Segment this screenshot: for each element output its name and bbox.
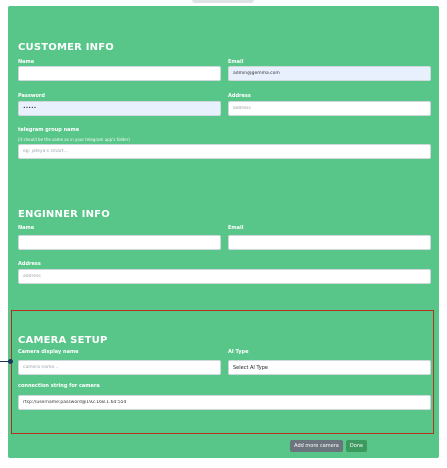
engineer-email-label: Email — [228, 225, 244, 231]
telegram-group-label: telegram group name — [18, 127, 80, 133]
engineer-info-title: ENGINNER INFO — [18, 209, 110, 220]
engineer-name-label: Name — [18, 225, 35, 231]
engineer-address-label: Address — [18, 261, 41, 267]
top-tab — [192, 0, 254, 3]
customer-name-input[interactable] — [18, 66, 221, 81]
camera-setup-highlight — [11, 310, 434, 434]
add-more-camera-button[interactable]: Add more camera — [290, 440, 343, 452]
engineer-name-input[interactable] — [18, 235, 221, 250]
customer-address-label: Address — [228, 93, 251, 99]
customer-password-input[interactable] — [18, 101, 221, 116]
engineer-email-input[interactable] — [228, 235, 431, 250]
done-button[interactable]: Done — [346, 440, 367, 452]
customer-email-label: Email — [228, 59, 244, 65]
customer-name-label: Name — [18, 59, 35, 65]
customer-password-label: Password — [18, 93, 45, 99]
engineer-address-input[interactable] — [18, 269, 431, 284]
telegram-group-input[interactable] — [18, 144, 431, 159]
connector-handle[interactable] — [8, 359, 13, 364]
telegram-group-hint: (it should be the same as in your telegr… — [18, 137, 130, 142]
customer-address-input[interactable] — [228, 101, 431, 116]
customer-email-input[interactable] — [228, 66, 431, 81]
customer-info-title: CUSTOMER INFO — [18, 42, 114, 53]
